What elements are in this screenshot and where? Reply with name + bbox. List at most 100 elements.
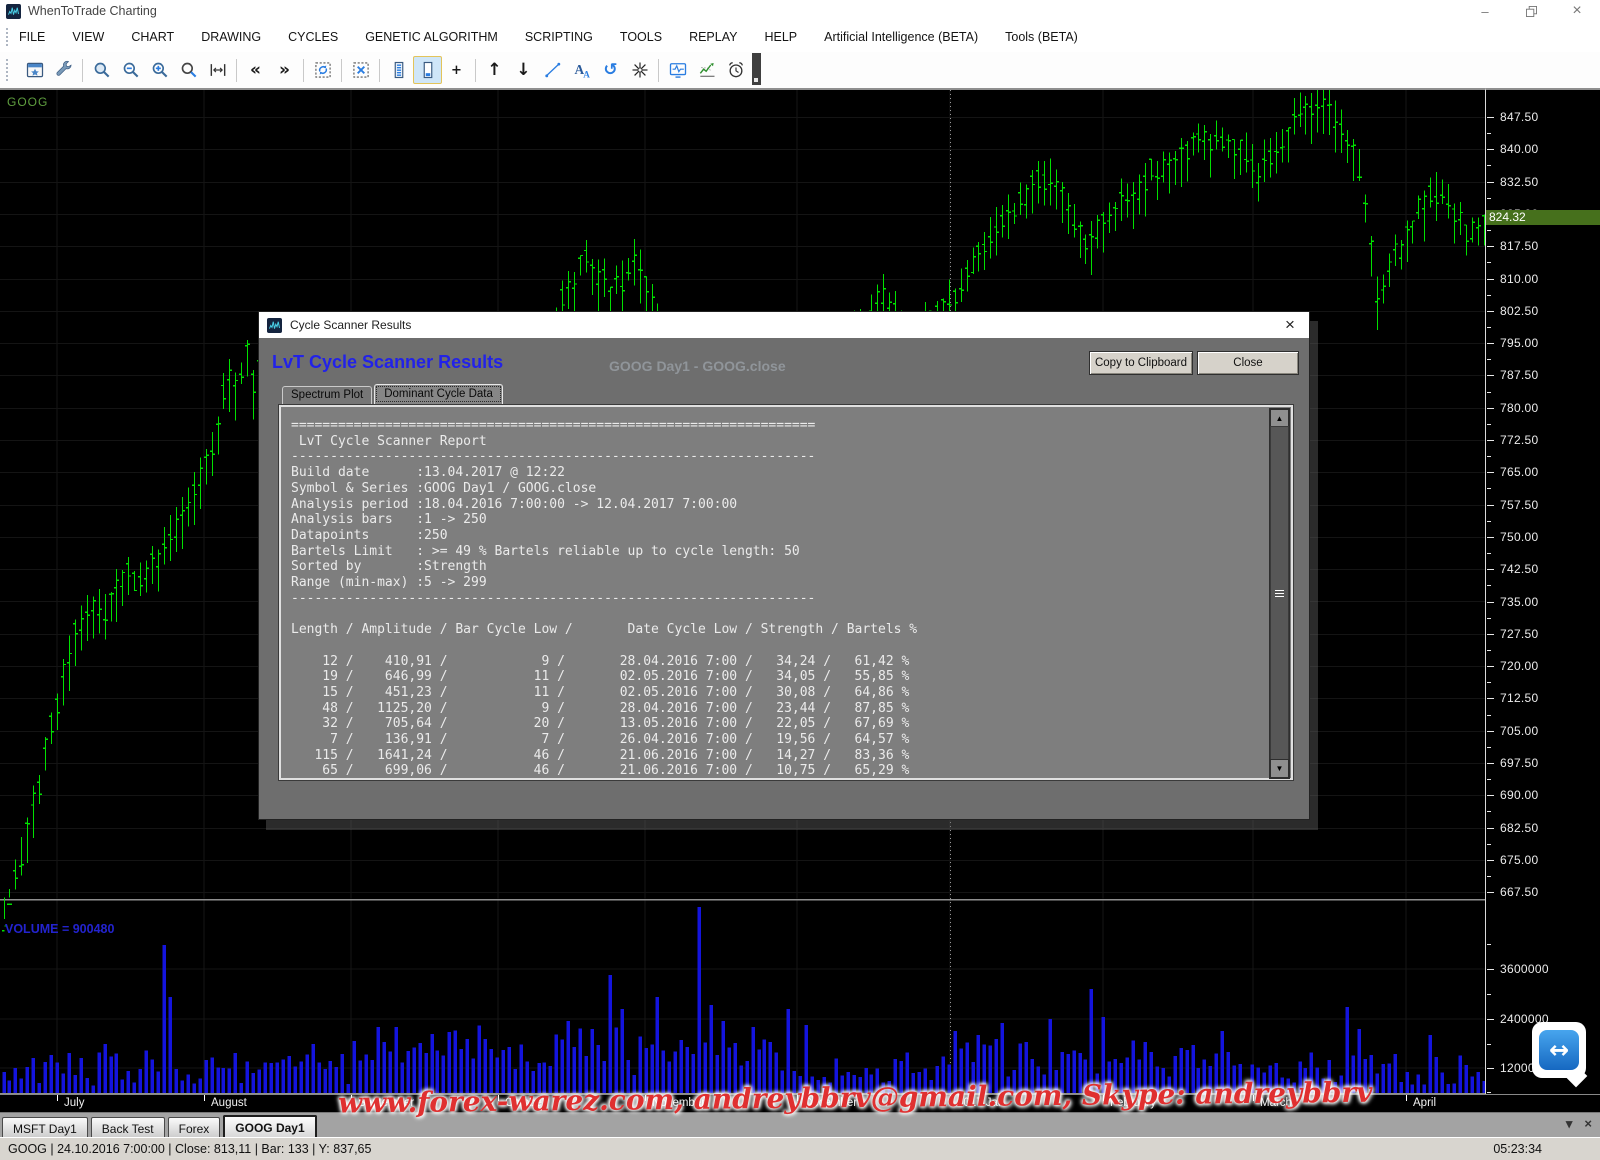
price-minor-tick	[1487, 650, 1491, 651]
window-title: WhenToTrade Charting	[28, 4, 157, 18]
clear-selection-icon[interactable]	[346, 56, 375, 84]
trendline-icon[interactable]	[538, 56, 567, 84]
price-minor-tick	[1487, 682, 1491, 683]
chart-tab-forex[interactable]: Forex	[168, 1117, 221, 1138]
menu-item-artificial-intelligence-beta-[interactable]: Artificial Intelligence (BETA)	[824, 30, 978, 44]
menu-item-tools[interactable]: TOOLS	[620, 30, 662, 44]
add-icon[interactable]: +	[442, 56, 471, 84]
dialog-titlebar: Cycle Scanner Results ×	[259, 312, 1309, 338]
chart-tab-msft-day1[interactable]: MSFT Day1	[2, 1117, 88, 1138]
toolbar-separator	[341, 59, 342, 82]
font-icon[interactable]	[567, 56, 596, 84]
refresh-selection-icon[interactable]	[308, 56, 337, 84]
price-tick	[1487, 569, 1494, 570]
price-tick	[1487, 472, 1494, 473]
application-window: WhenToTrade Charting – × FILE VIEW CHART DR…	[0, 0, 1600, 1160]
price-tick	[1487, 698, 1494, 699]
price-minor-tick	[1487, 747, 1491, 748]
dialog-tab-spectrum-plot[interactable]: Spectrum Plot	[282, 386, 372, 404]
bar-spacing-icon[interactable]	[203, 56, 232, 84]
price-minor-tick	[1487, 295, 1491, 296]
menu-item-chart[interactable]: CHART	[131, 30, 174, 44]
toolbar-separator	[658, 59, 659, 82]
price-minor-tick	[1487, 618, 1491, 619]
zoom-in-icon[interactable]	[145, 56, 174, 84]
menu-drag-handle[interactable]	[6, 28, 11, 46]
teamviewer-bubble[interactable]: ↔	[1532, 1022, 1586, 1078]
scroll-left-icon[interactable]: «	[241, 56, 270, 84]
price-minor-tick	[1487, 165, 1491, 166]
report-panel: ========================================…	[279, 405, 1293, 780]
zoom-out-icon[interactable]	[116, 56, 145, 84]
toolbar-separator	[379, 59, 380, 82]
panel-dropdown-icon[interactable]: ▾	[1566, 1116, 1573, 1132]
dialog-tab-dominant-cycle-data[interactable]: Dominant Cycle Data	[374, 384, 503, 404]
toolbar-drag-handle[interactable]	[6, 59, 11, 81]
bar-empty-icon[interactable]	[413, 56, 442, 84]
price-minor-tick	[1487, 327, 1491, 328]
price-tick-label: 667.50	[1500, 885, 1539, 899]
move-down-icon[interactable]: ↓	[509, 56, 538, 84]
dock-grip[interactable]	[752, 53, 761, 85]
volume-minor-tick	[1487, 944, 1491, 945]
price-tick-label: 810.00	[1500, 272, 1539, 286]
price-tick-label: 847.50	[1500, 110, 1539, 124]
scrollbar-grip	[1275, 590, 1284, 598]
report-scrollbar[interactable]: ▲ ▼	[1269, 408, 1290, 779]
chart-tab-goog-day1[interactable]: GOOG Day1	[223, 1115, 316, 1138]
minimize-button[interactable]: –	[1462, 0, 1508, 22]
price-tick-label: 817.50	[1500, 239, 1539, 253]
toolbar-separator	[236, 59, 237, 82]
menu-item-genetic-algorithm[interactable]: GENETIC ALGORITHM	[365, 30, 498, 44]
move-up-icon[interactable]: ↑	[480, 56, 509, 84]
cycle-spider-icon[interactable]	[625, 56, 654, 84]
dialog-heading: LvT Cycle Scanner Results	[272, 352, 503, 373]
menu-item-replay[interactable]: REPLAY	[689, 30, 737, 44]
alerts-clock-icon[interactable]	[721, 56, 750, 84]
price-tick-label: 802.50	[1500, 304, 1539, 318]
price-minor-tick	[1487, 779, 1491, 780]
price-tick	[1487, 892, 1494, 893]
price-minor-tick	[1487, 844, 1491, 845]
panel-close-icon[interactable]: ×	[1584, 1116, 1592, 1132]
price-tick	[1487, 375, 1494, 376]
dialog-logo-icon	[267, 318, 282, 333]
price-minor-tick	[1487, 521, 1491, 522]
replay-history-icon[interactable]: ↺	[596, 56, 625, 84]
zoom-icon[interactable]	[87, 56, 116, 84]
search-icon[interactable]	[174, 56, 203, 84]
price-minor-tick	[1487, 811, 1491, 812]
bar-data-icon[interactable]	[384, 56, 413, 84]
price-tick	[1487, 246, 1494, 247]
close-button[interactable]: ×	[1554, 0, 1600, 22]
status-quote-text: GOOG | 24.10.2016 7:00:00 | Close: 813,1…	[8, 1142, 371, 1156]
menu-item-tools-beta-[interactable]: Tools (BETA)	[1005, 30, 1078, 44]
menu-item-help[interactable]: HELP	[764, 30, 797, 44]
price-tick-label: 727.50	[1500, 627, 1539, 641]
menu-item-cycles[interactable]: CYCLES	[288, 30, 338, 44]
dialog-close-icon[interactable]: ×	[1275, 312, 1305, 338]
price-minor-tick	[1487, 424, 1491, 425]
indicator-window-icon[interactable]	[663, 56, 692, 84]
chart-tab-back-test[interactable]: Back Test	[91, 1117, 165, 1138]
restore-button[interactable]	[1508, 0, 1554, 22]
month-label: August	[211, 1097, 247, 1109]
menu-item-view[interactable]: VIEW	[72, 30, 104, 44]
new-chart-window-icon[interactable]	[20, 56, 49, 84]
report-text: ========================================…	[281, 407, 1291, 779]
copy-to-clipboard-button[interactable]: Copy to Clipboard	[1089, 351, 1193, 375]
properties-wrench-icon[interactable]	[49, 56, 78, 84]
menu-item-scripting[interactable]: SCRIPTING	[525, 30, 593, 44]
price-tick-label: 720.00	[1500, 659, 1539, 673]
price-tick	[1487, 763, 1494, 764]
price-tick-label: 712.50	[1500, 691, 1539, 705]
volume-minor-tick	[1487, 1044, 1491, 1045]
scrollbar-down-icon[interactable]: ▼	[1270, 759, 1289, 778]
performance-chart-icon[interactable]	[692, 56, 721, 84]
menu-item-drawing[interactable]: DRAWING	[201, 30, 261, 44]
scrollbar-thumb[interactable]	[1270, 426, 1289, 761]
menu-item-file[interactable]: FILE	[19, 30, 45, 44]
price-tick	[1487, 182, 1494, 183]
scroll-right-icon[interactable]: »	[270, 56, 299, 84]
dialog-close-button[interactable]: Close	[1197, 351, 1299, 375]
